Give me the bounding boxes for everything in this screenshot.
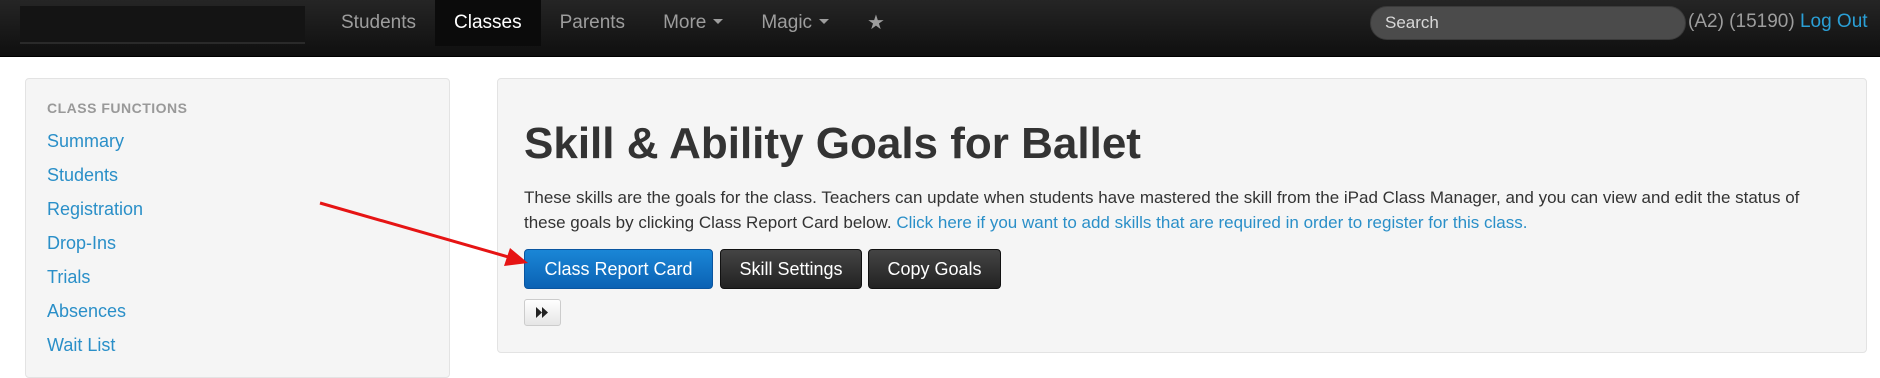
sidebar-link-students[interactable]: Students bbox=[47, 165, 118, 186]
nav-item-more[interactable]: More bbox=[644, 0, 742, 46]
user-info: (A2) (15190) Log Out bbox=[1688, 11, 1868, 33]
class-report-card-button[interactable]: Class Report Card bbox=[524, 249, 713, 289]
sidebar-header: CLASS FUNCTIONS bbox=[47, 100, 188, 116]
nav-magic-label: Magic bbox=[761, 12, 813, 33]
page-title: Skill & Ability Goals for Ballet bbox=[524, 119, 1141, 168]
top-navbar: Students Classes Parents More Magic ★ (A… bbox=[0, 0, 1880, 57]
skill-settings-button[interactable]: Skill Settings bbox=[720, 249, 862, 289]
sidebar-link-registration[interactable]: Registration bbox=[47, 199, 143, 220]
nav-menu: Students Classes Parents More Magic ★ bbox=[322, 0, 904, 46]
logout-link[interactable]: Log Out bbox=[1800, 11, 1868, 32]
nav-item-classes[interactable]: Classes bbox=[435, 0, 541, 46]
sidebar-link-drop-ins[interactable]: Drop-Ins bbox=[47, 233, 116, 254]
fast-forward-button[interactable] bbox=[524, 299, 561, 326]
add-required-skills-link[interactable]: Click here if you want to add skills tha… bbox=[896, 213, 1527, 232]
search-input[interactable] bbox=[1370, 6, 1686, 40]
sidebar-link-summary[interactable]: Summary bbox=[47, 131, 124, 152]
caret-down-icon bbox=[713, 19, 724, 25]
nav-item-favorites[interactable]: ★ bbox=[848, 0, 904, 46]
brand-logo[interactable] bbox=[20, 6, 305, 44]
class-functions-sidebar: CLASS FUNCTIONS Summary Students Registr… bbox=[25, 78, 450, 378]
user-id-text: (A2) (15190) bbox=[1688, 11, 1795, 32]
nav-item-students[interactable]: Students bbox=[322, 0, 435, 46]
sidebar-link-absences[interactable]: Absences bbox=[47, 301, 126, 322]
star-icon: ★ bbox=[867, 12, 885, 34]
description: These skills are the goals for the class… bbox=[524, 185, 1844, 235]
sidebar-link-trials[interactable]: Trials bbox=[47, 267, 90, 288]
sidebar-link-wait-list[interactable]: Wait List bbox=[47, 335, 115, 356]
copy-goals-button[interactable]: Copy Goals bbox=[868, 249, 1001, 289]
nav-item-parents[interactable]: Parents bbox=[541, 0, 644, 46]
nav-more-label: More bbox=[663, 12, 707, 33]
nav-item-magic[interactable]: Magic bbox=[742, 0, 848, 46]
caret-down-icon bbox=[819, 19, 830, 25]
fast-forward-icon bbox=[536, 307, 548, 318]
skill-goals-panel: Skill & Ability Goals for Ballet These s… bbox=[497, 78, 1867, 353]
